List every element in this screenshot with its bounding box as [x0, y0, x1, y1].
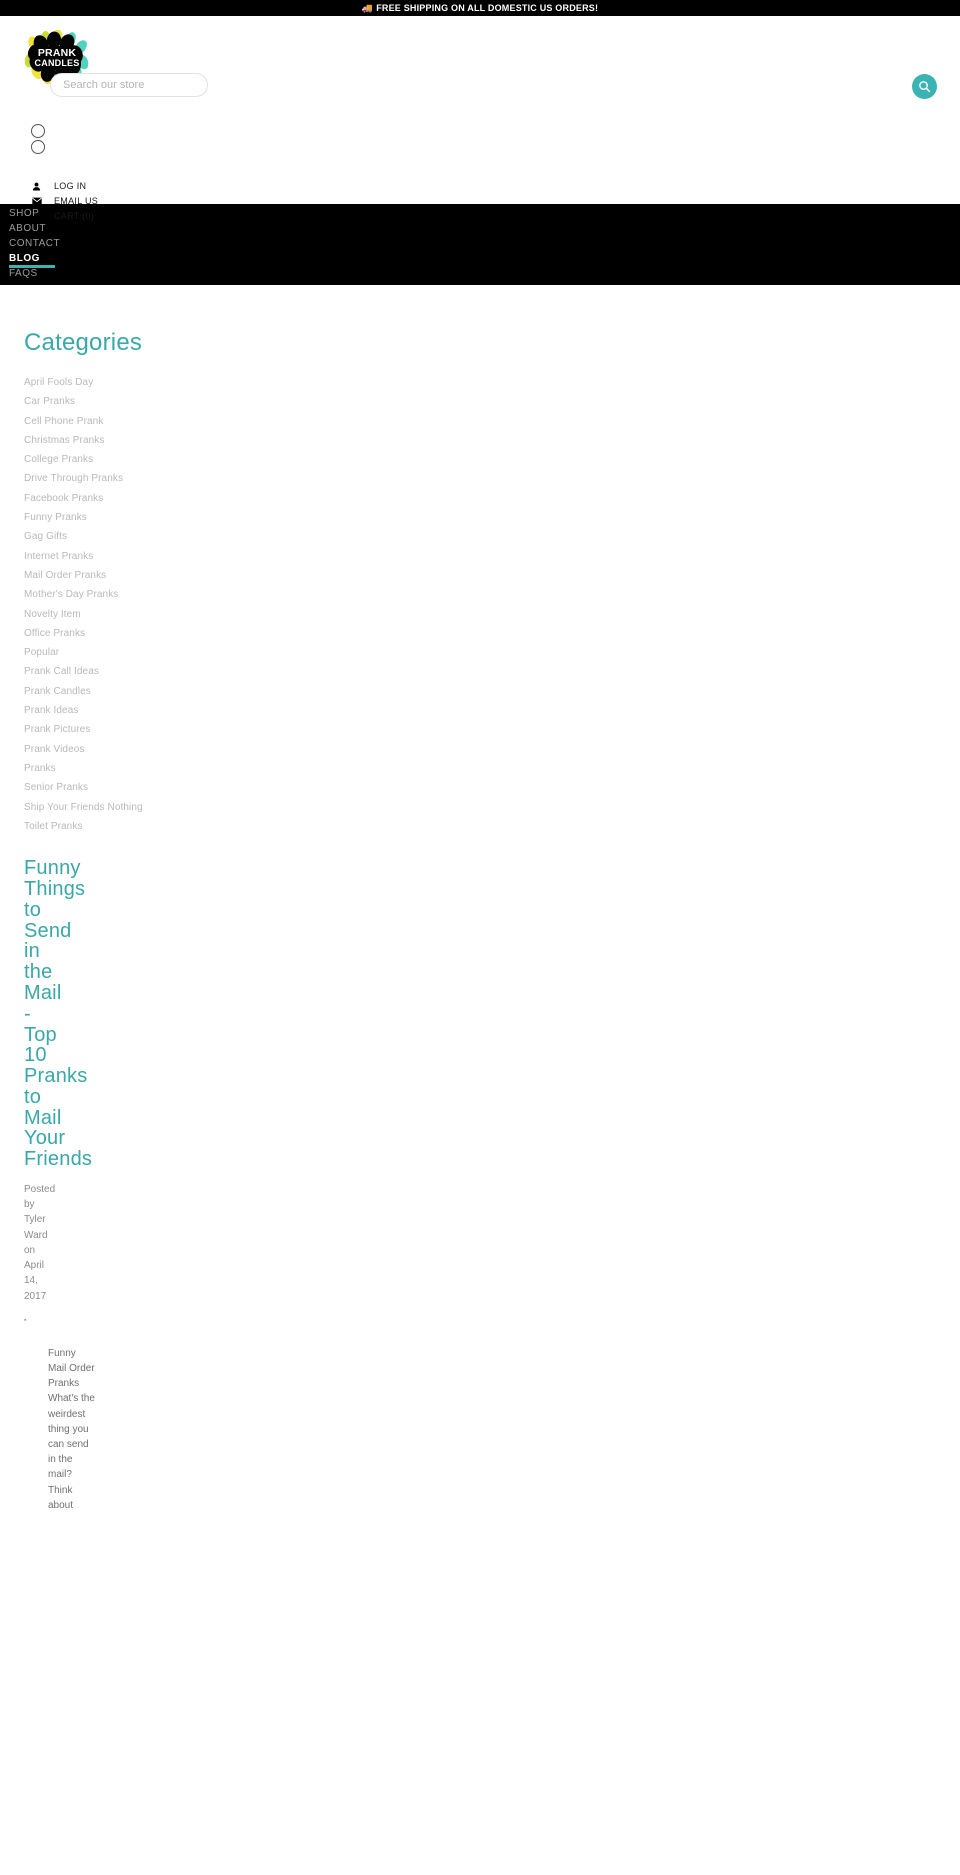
category-item[interactable]: Gag Gifts [0, 527, 960, 546]
site-header: PRANK CANDLES LOG IN [0, 16, 960, 221]
category-item[interactable]: College Pranks [0, 450, 960, 469]
social-links [31, 124, 45, 154]
category-item[interactable]: Facebook Pranks [0, 489, 960, 508]
category-item[interactable]: Prank Pictures [0, 720, 960, 739]
category-item[interactable]: Internet Pranks [0, 547, 960, 566]
category-item[interactable]: Cell Phone Prank [0, 412, 960, 431]
blog-article: Funny Things to Send in the Mail - Top 1… [0, 836, 960, 1553]
truck-icon: 🚚 [361, 2, 374, 13]
category-item[interactable]: Christmas Pranks [0, 431, 960, 450]
nav-item-contact[interactable]: CONTACT [0, 236, 960, 251]
nav-item-about[interactable]: ABOUT [0, 221, 960, 236]
search-input[interactable] [50, 73, 208, 97]
category-item[interactable]: Pranks [0, 759, 960, 778]
category-item[interactable]: Mail Order Pranks [0, 566, 960, 585]
category-item[interactable]: Prank Ideas [0, 701, 960, 720]
email-us-label: EMAIL US [54, 196, 99, 206]
category-item[interactable]: Ship Your Friends Nothing [0, 798, 960, 817]
category-item[interactable]: Novelty Item [0, 605, 960, 624]
category-item[interactable]: Toilet Pranks [0, 817, 960, 836]
category-item[interactable]: Office Pranks [0, 624, 960, 643]
announcement-bar: 🚚 FREE SHIPPING ON ALL DOMESTIC US ORDER… [0, 0, 960, 16]
category-item[interactable]: Prank Call Ideas [0, 662, 960, 681]
category-item[interactable]: Popular [0, 643, 960, 662]
category-item[interactable]: Car Pranks [0, 392, 960, 411]
search-button[interactable] [912, 74, 937, 99]
categories-heading: Categories [24, 329, 143, 356]
categories-list: April Fools Day Car Pranks Cell Phone Pr… [0, 373, 960, 836]
main-navigation: SHOP ABOUT CONTACT BLOG FAQS [0, 204, 960, 285]
category-item[interactable]: Senior Pranks [0, 778, 960, 797]
category-item[interactable]: Prank Candles [0, 682, 960, 701]
envelope-icon [32, 197, 46, 205]
user-icon [32, 182, 46, 191]
category-item[interactable]: April Fools Day [0, 373, 960, 392]
broken-image-icon: ▪ [24, 1316, 27, 1324]
login-label: LOG IN [54, 181, 87, 191]
nav-item-shop[interactable]: SHOP [0, 206, 960, 221]
main-content: Categories April Fools Day Car Pranks Ce… [0, 285, 960, 1553]
login-link[interactable]: LOG IN [32, 179, 98, 193]
category-item[interactable]: Funny Pranks [0, 508, 960, 527]
svg-text:CANDLES: CANDLES [35, 58, 80, 68]
category-item[interactable]: Mother's Day Pranks [0, 585, 960, 604]
announcement-text: FREE SHIPPING ON ALL DOMESTIC US ORDERS! [376, 3, 599, 13]
social-circle-2-icon[interactable] [31, 140, 45, 154]
category-item[interactable]: Prank Videos [0, 740, 960, 759]
article-body-text: Funny Mail Order Pranks What's the weird… [48, 1347, 95, 1511]
nav-item-faqs[interactable]: FAQS [0, 266, 960, 281]
nav-item-blog[interactable]: BLOG [0, 251, 960, 268]
article-title[interactable]: Funny Things to Send in the Mail - Top 1… [0, 858, 92, 1170]
article-byline: Posted by Tyler Ward on April 14, 2017 [24, 1184, 56, 1302]
search-icon [919, 81, 931, 93]
social-circle-1-icon[interactable] [31, 124, 45, 138]
category-item[interactable]: Drive Through Pranks [0, 469, 960, 488]
